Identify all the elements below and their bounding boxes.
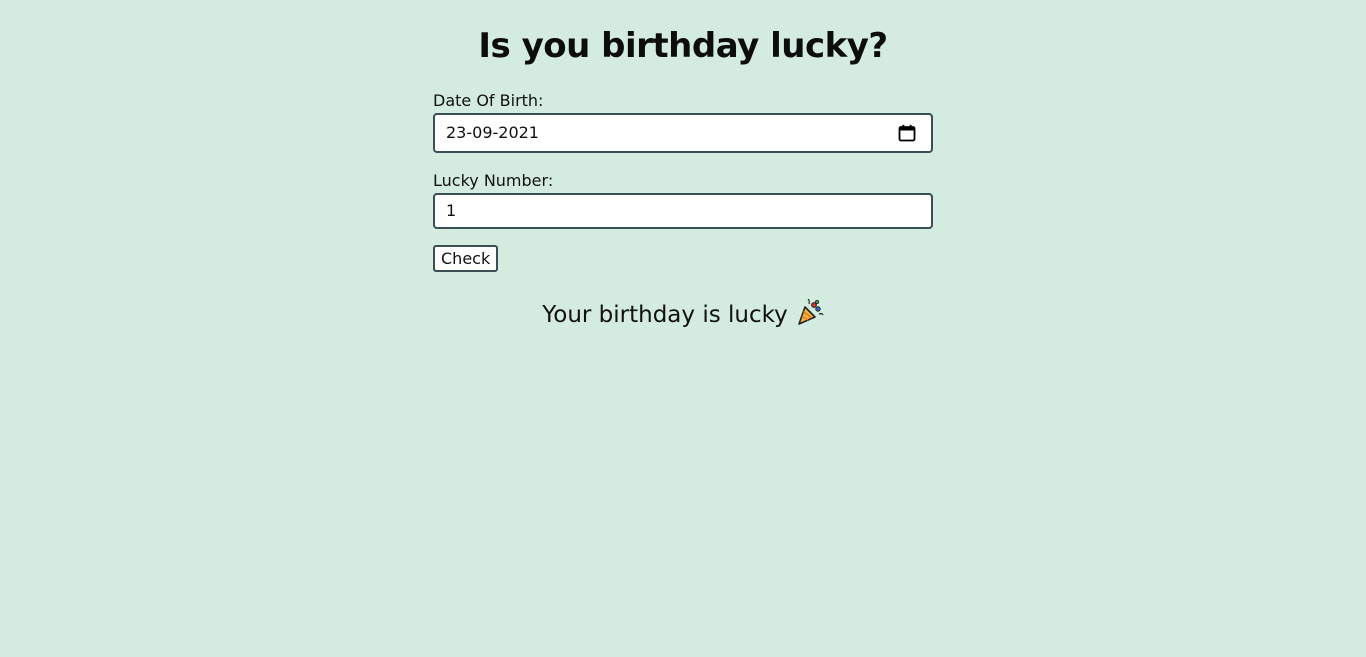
lucky-number-value: 1 bbox=[446, 201, 457, 220]
party-popper-icon bbox=[797, 298, 824, 325]
result-text: Your birthday is lucky bbox=[542, 302, 788, 328]
check-button[interactable]: Check bbox=[433, 245, 499, 272]
dob-label: Date Of Birth: bbox=[433, 91, 544, 110]
result-message: Your birthday is lucky bbox=[0, 298, 1366, 330]
lucky-number-label: Lucky Number: bbox=[433, 171, 554, 190]
lucky-number-input[interactable]: 1 bbox=[433, 193, 933, 229]
page-title: Is you birthday lucky? bbox=[478, 26, 888, 66]
page: Is you birthday lucky? Date Of Birth: 23… bbox=[0, 0, 1366, 657]
dob-value: 23-09-2021 bbox=[446, 123, 539, 142]
calendar-icon[interactable] bbox=[898, 124, 916, 142]
lucky-form: Date Of Birth: 23-09-2021 Lucky Number: … bbox=[433, 90, 933, 272]
dob-date-input[interactable]: 23-09-2021 bbox=[433, 113, 933, 153]
